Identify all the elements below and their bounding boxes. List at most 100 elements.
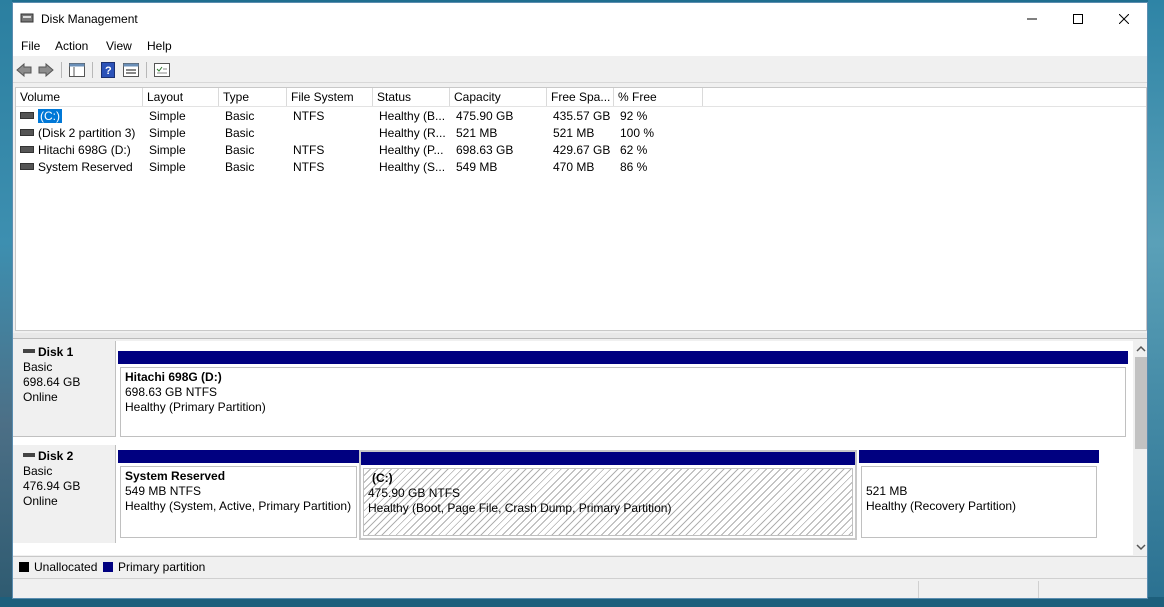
capacity-cell: 475.90 GB (456, 109, 514, 123)
percent-free-cell: 86 % (620, 160, 648, 174)
partition-size: 521 MB (866, 484, 908, 498)
column-header-type[interactable]: Type (219, 88, 287, 106)
toolbar-separator (92, 62, 93, 78)
properties-icon (123, 63, 139, 77)
column-header-file-system[interactable]: File System (287, 88, 373, 106)
percent-free-cell: 62 % (620, 143, 648, 157)
partition-recovery[interactable]: 521 MB Healthy (Recovery Partition) (859, 450, 1099, 540)
maximize-icon (1073, 14, 1083, 24)
percent-free-cell: 100 % (620, 126, 655, 140)
column-header-layout[interactable]: Layout (143, 88, 219, 106)
partition-info: System Reserved 549 MB NTFS Healthy (Sys… (120, 466, 357, 538)
disk-1-type: Basic (23, 360, 53, 374)
partition-hitachi-d[interactable]: Hitachi 698G (D:) 698.63 GB NTFS Healthy… (118, 351, 1128, 439)
disk-1-state: Online (23, 390, 58, 404)
forward-arrow-icon (38, 63, 54, 77)
scroll-down-icon[interactable] (1133, 541, 1148, 553)
legend-primary-partition: Primary partition (118, 560, 206, 574)
status-cell: Healthy (B... (379, 109, 446, 123)
status-pane (918, 581, 1039, 598)
file-system-cell: NTFS (293, 109, 325, 123)
console-tree-icon (69, 63, 85, 77)
menu-view[interactable]: View (106, 39, 132, 53)
back-button[interactable] (15, 62, 33, 78)
pane-splitter[interactable] (13, 333, 1147, 339)
file-system-cell (289, 125, 373, 142)
graphical-view-scrollbar[interactable] (1133, 341, 1148, 555)
disk-1-label[interactable]: Disk 1 Basic 698.64 GB Online (13, 341, 116, 437)
percent-free-cell: 92 % (620, 109, 648, 123)
column-header-percent-free[interactable]: % Free (614, 88, 703, 106)
disk-graphical-view: Disk 1 Basic 698.64 GB Online Hitachi 69… (13, 341, 1133, 555)
title-bar[interactable]: Disk Management (13, 3, 1147, 35)
volume-cell: System Reserved (16, 159, 143, 176)
partition-c-selected[interactable]: (C:) 475.90 GB NTFS Healthy (Boot, Page … (359, 450, 857, 540)
help-button[interactable]: ? (99, 62, 117, 78)
partition-status: Healthy (Boot, Page File, Crash Dump, Pr… (368, 501, 672, 515)
capacity-cell: 698.63 GB (456, 143, 514, 157)
layout-cell: Simple (149, 160, 186, 174)
primary-partition-bar (118, 351, 1128, 364)
table-row[interactable]: (C:) Simple Basic NTFS Healthy (B... 475… (16, 108, 1146, 125)
window-title: Disk Management (41, 12, 138, 26)
column-header-status[interactable]: Status (373, 88, 450, 106)
volume-icon (20, 129, 34, 137)
scroll-up-icon[interactable] (1133, 343, 1148, 355)
menu-action[interactable]: Action (55, 39, 88, 53)
disk-icon (23, 349, 35, 354)
partition-name: Hitachi 698G (D:) (125, 370, 222, 384)
menu-file[interactable]: File (21, 39, 40, 53)
volume-list[interactable]: Volume Layout Type File System Status Ca… (15, 87, 1147, 331)
volume-cell: Hitachi 698G (D:) (16, 142, 143, 159)
column-header-free-space[interactable]: Free Spa... (547, 88, 614, 106)
toolbar-separator (61, 62, 62, 78)
close-button[interactable] (1101, 3, 1147, 35)
primary-partition-bar (118, 450, 359, 463)
table-row[interactable]: (Disk 2 partition 3) Simple Basic Health… (16, 125, 1146, 142)
table-row[interactable]: System Reserved Simple Basic NTFS Health… (16, 159, 1146, 176)
capacity-cell: 549 MB (456, 160, 498, 174)
toolbar: ? (13, 58, 1147, 83)
settings-list-button[interactable] (153, 62, 171, 78)
volume-icon (20, 146, 34, 154)
minimize-button[interactable] (1009, 3, 1055, 35)
free-space-cell: 521 MB (553, 126, 595, 140)
partition-size: 475.90 GB NTFS (368, 486, 461, 500)
desktop-background-left (0, 0, 12, 607)
primary-partition-swatch (103, 562, 113, 572)
show-hide-console-tree-button[interactable] (68, 62, 86, 78)
disk-2-type: Basic (23, 464, 53, 478)
primary-partition-bar (859, 450, 1099, 463)
forward-button[interactable] (37, 62, 55, 78)
volume-cell: (C:) (16, 108, 143, 125)
volume-name: (C:) (38, 109, 62, 123)
properties-button[interactable] (122, 62, 140, 78)
column-header-capacity[interactable]: Capacity (450, 88, 547, 106)
file-system-cell: NTFS (293, 160, 325, 174)
status-bar (13, 578, 1147, 598)
volume-name: Hitachi 698G (D:) (38, 143, 131, 157)
maximize-button[interactable] (1055, 3, 1101, 35)
partition-size: 549 MB NTFS (125, 484, 202, 498)
column-header-volume[interactable]: Volume (16, 88, 143, 106)
back-arrow-icon (16, 63, 32, 77)
partition-status: Healthy (System, Active, Primary Partiti… (125, 499, 352, 513)
volume-icon (20, 112, 34, 120)
menu-help[interactable]: Help (147, 39, 172, 53)
disk-2-label[interactable]: Disk 2 Basic 476.94 GB Online (13, 445, 116, 543)
partition-size: 698.63 GB NTFS (125, 385, 218, 399)
unallocated-swatch (19, 562, 29, 572)
type-cell: Basic (225, 160, 255, 174)
partition-info: 521 MB Healthy (Recovery Partition) (861, 466, 1097, 538)
table-row[interactable]: Hitachi 698G (D:) Simple Basic NTFS Heal… (16, 142, 1146, 159)
layout-cell: Simple (149, 126, 186, 140)
status-cell: Healthy (S... (379, 160, 446, 174)
svg-text:?: ? (105, 65, 112, 77)
desktop-background-right (1148, 0, 1164, 607)
scrollbar-thumb[interactable] (1135, 357, 1147, 449)
disk-2-size: 476.94 GB (23, 479, 81, 493)
free-space-cell: 429.67 GB (553, 143, 611, 157)
partition-system-reserved[interactable]: System Reserved 549 MB NTFS Healthy (Sys… (118, 450, 359, 540)
status-cell: Healthy (R... (379, 126, 446, 140)
disk-2-state: Online (23, 494, 58, 508)
